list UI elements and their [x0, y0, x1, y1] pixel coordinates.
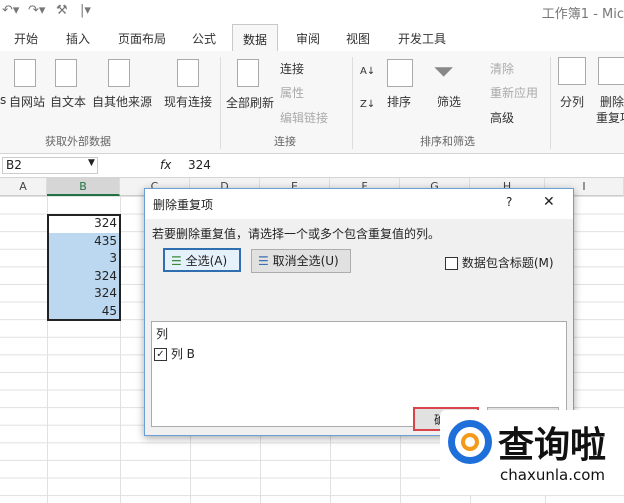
from-web-button[interactable]: 自网站	[9, 93, 45, 110]
properties-button[interactable]: 属性	[280, 84, 304, 101]
watermark-url: chaxunla.com	[500, 466, 605, 484]
watermark: 查询啦 chaxunla.com	[440, 410, 624, 495]
selection-border	[47, 214, 121, 321]
existing-connections-button[interactable]: 现有连接	[164, 93, 212, 110]
window-title: 工作簿1 - Mic	[541, 7, 624, 22]
from-access-button[interactable]: s	[0, 93, 6, 107]
connections-button[interactable]: 连接	[280, 60, 304, 77]
column-header-b[interactable]: B	[47, 178, 120, 196]
from-other-sources-button[interactable]: 自其他来源	[92, 93, 152, 110]
formula-input[interactable]: 324	[188, 158, 211, 172]
remove-duplicates-dialog: 删除重复项 ? ✕ 若要删除重复值，请选择一个或多个包含重复值的列。 ☰ 全选(…	[144, 188, 574, 436]
unselect-all-icon: ☰	[258, 254, 273, 268]
tab-data[interactable]: 数据	[232, 24, 279, 53]
tab-developer[interactable]: 开发工具	[398, 30, 446, 47]
sort-az-icon[interactable]: A↓	[360, 66, 375, 77]
clear-button[interactable]: 清除	[490, 60, 514, 77]
text-to-columns-icon	[558, 57, 586, 85]
has-headers-check[interactable]	[445, 257, 458, 270]
sort-button[interactable]: 排序	[387, 93, 411, 110]
group-label-external-data: 获取外部数据	[45, 135, 111, 148]
tab-insert[interactable]: 插入	[66, 30, 90, 47]
edit-links-button[interactable]: 编辑链接	[280, 109, 328, 126]
undo-icon[interactable]: ↶▾	[2, 3, 19, 18]
sort-za-icon[interactable]: Z↓	[360, 99, 375, 110]
select-all-icon: ☰	[171, 254, 186, 268]
name-box-dropdown-icon[interactable]: ▼	[88, 158, 95, 168]
web-icon	[14, 59, 36, 87]
column-b-checkbox[interactable]: ✓	[154, 348, 167, 361]
advanced-button[interactable]: 高级	[490, 109, 514, 126]
refresh-icon	[237, 59, 259, 87]
refresh-all-button[interactable]: 全部刷新	[226, 94, 274, 111]
tab-formulas[interactable]: 公式	[192, 30, 216, 47]
dialog-instruction: 若要删除重复值，请选择一个或多个包含重复值的列。	[152, 227, 441, 241]
text-file-icon	[55, 59, 77, 87]
customize-qat-icon[interactable]: |▾	[80, 3, 91, 18]
tab-view[interactable]: 视图	[346, 30, 370, 47]
ribbon: s 自网站 自文本 自其他来源 现有连接 获取外部数据 全部刷新 连接 属性 编…	[0, 51, 624, 154]
help-button[interactable]: ?	[506, 195, 512, 209]
tab-home[interactable]: 开始	[14, 30, 38, 47]
dialog-body: 若要删除重复值，请选择一个或多个包含重复值的列。 ☰ 全选(A) ☰ 取消全选(…	[145, 219, 573, 435]
unselect-all-button[interactable]: ☰ 取消全选(U)	[251, 249, 351, 273]
has-headers-checkbox[interactable]: 数据包含标题(M)	[445, 254, 554, 271]
filter-icon: ⏷	[433, 57, 454, 87]
sort-icon	[387, 59, 413, 87]
other-sources-icon	[108, 59, 130, 87]
watermark-text: 查询啦	[498, 425, 607, 466]
select-all-button[interactable]: ☰ 全选(A)	[163, 248, 241, 272]
redo-icon[interactable]: ↷▾	[28, 3, 45, 18]
quick-access-toolbar: ↶▾ ↷▾ ⚒ |▾ 工作簿1 - Mic	[0, 0, 624, 24]
remove-duplicates-icon	[598, 57, 624, 85]
name-box[interactable]: B2	[2, 157, 98, 174]
tab-page-layout[interactable]: 页面布局	[118, 30, 166, 47]
group-label-connections: 连接	[274, 135, 296, 148]
filter-button[interactable]: 筛选	[437, 93, 461, 110]
ribbon-tabs: 开始 插入 页面布局 公式 数据 审阅 视图 开发工具	[0, 24, 624, 53]
fx-icon[interactable]: fx	[160, 158, 171, 172]
column-header-a[interactable]: A	[0, 178, 47, 196]
tools-icon[interactable]: ⚒	[56, 3, 68, 18]
dialog-title: 删除重复项	[153, 198, 214, 212]
list-item-column-b[interactable]: ✓ 列 B	[152, 345, 566, 362]
watermark-logo-icon	[448, 420, 492, 464]
group-label-sort-filter: 排序和筛选	[420, 135, 475, 148]
remove-duplicates-label: 重复项	[596, 111, 624, 125]
reapply-button[interactable]: 重新应用	[490, 84, 538, 101]
close-button[interactable]: ✕	[543, 194, 555, 210]
list-header: 列	[156, 327, 169, 341]
text-to-columns-button[interactable]: 分列	[560, 93, 584, 110]
tab-review[interactable]: 审阅	[296, 30, 320, 47]
remove-duplicates-button[interactable]: 删除	[600, 93, 624, 110]
formula-bar: B2 ▼ fx 324	[0, 154, 624, 178]
from-text-button[interactable]: 自文本	[50, 93, 86, 110]
existing-connections-icon	[177, 59, 199, 87]
